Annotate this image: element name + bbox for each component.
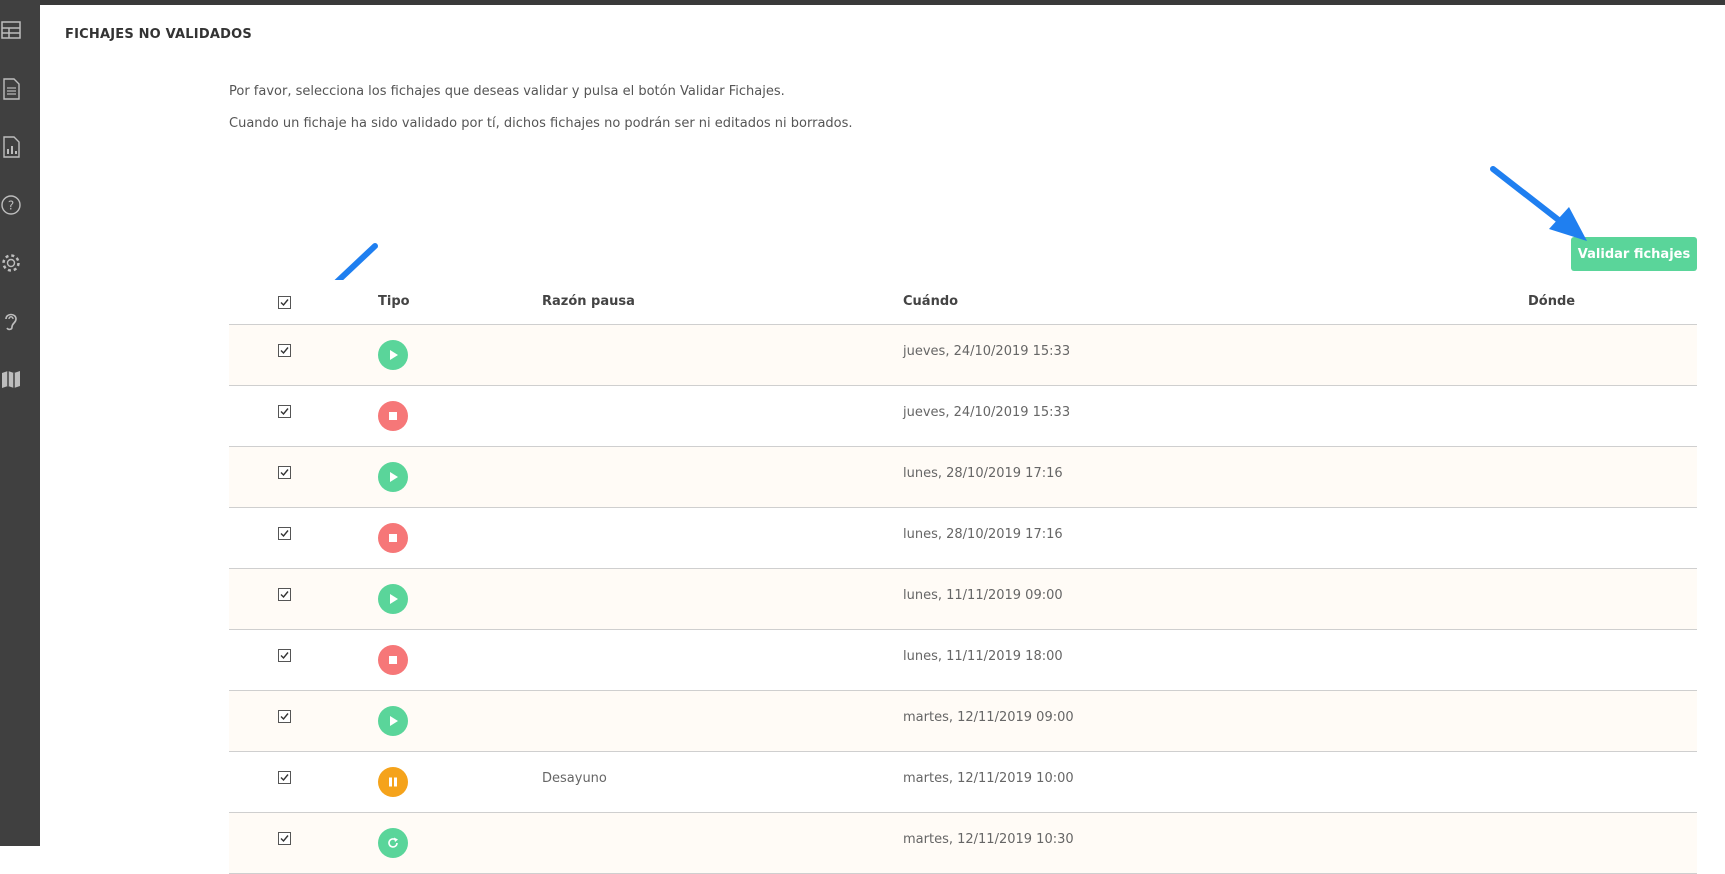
table-body: jueves, 24/10/2019 15:33 jueves, 24/10/20… — [229, 325, 1697, 874]
intro-text-2: Cuando un fichaje ha sido validado por t… — [229, 116, 853, 131]
table-header: Tipo Razón pausa Cuándo Dónde — [229, 280, 1697, 325]
play-icon — [378, 462, 408, 492]
cell-cuando: lunes, 28/10/2019 17:16 — [903, 466, 1063, 481]
gear-icon[interactable] — [0, 251, 24, 275]
play-icon — [378, 340, 408, 370]
cell-cuando: lunes, 28/10/2019 17:16 — [903, 527, 1063, 542]
cell-cuando: lunes, 11/11/2019 09:00 — [903, 588, 1063, 603]
row-checkbox[interactable] — [278, 527, 291, 540]
table-row[interactable]: lunes, 28/10/2019 17:16 — [229, 508, 1697, 569]
cell-cuando: martes, 12/11/2019 10:00 — [903, 771, 1074, 786]
cell-cuando: martes, 12/11/2019 09:00 — [903, 710, 1074, 725]
stop-icon — [378, 401, 408, 431]
stop-icon — [378, 645, 408, 675]
header-tipo[interactable]: Tipo — [378, 294, 410, 309]
row-checkbox[interactable] — [278, 710, 291, 723]
cell-cuando: jueves, 24/10/2019 15:33 — [903, 344, 1070, 359]
row-checkbox[interactable] — [278, 344, 291, 357]
report-icon[interactable] — [0, 135, 24, 159]
intro-text-1: Por favor, selecciona los fichajes que d… — [229, 84, 785, 99]
hearing-icon[interactable] — [0, 309, 24, 333]
select-all-checkbox[interactable] — [278, 296, 291, 309]
row-checkbox[interactable] — [278, 588, 291, 601]
row-checkbox[interactable] — [278, 649, 291, 662]
row-checkbox[interactable] — [278, 771, 291, 784]
dashboard-icon[interactable] — [0, 19, 24, 43]
arrow-to-validate-icon — [1487, 165, 1597, 245]
table-row[interactable]: lunes, 28/10/2019 17:16 — [229, 447, 1697, 508]
page-title: FICHAJES NO VALIDADOS — [65, 27, 252, 42]
pause-icon — [378, 767, 408, 797]
table-row[interactable]: jueves, 24/10/2019 15:33 — [229, 325, 1697, 386]
refresh-icon — [378, 828, 408, 858]
play-icon — [378, 706, 408, 736]
main-content: FICHAJES NO VALIDADOS Por favor, selecci… — [40, 5, 1725, 846]
svg-text:?: ? — [8, 199, 14, 213]
records-table: Tipo Razón pausa Cuándo Dónde jueves, 24… — [229, 280, 1697, 874]
stop-icon — [378, 523, 408, 553]
validate-button[interactable]: Validar fichajes — [1571, 237, 1697, 271]
cell-cuando: lunes, 11/11/2019 18:00 — [903, 649, 1063, 664]
table-row[interactable]: lunes, 11/11/2019 18:00 — [229, 630, 1697, 691]
header-donde[interactable]: Dónde — [1528, 294, 1575, 309]
sidebar: ? — [0, 0, 40, 846]
row-checkbox[interactable] — [278, 405, 291, 418]
table-row[interactable]: martes, 12/11/2019 10:30 — [229, 813, 1697, 874]
table-row[interactable]: martes, 12/11/2019 09:00 — [229, 691, 1697, 752]
cell-cuando: jueves, 24/10/2019 15:33 — [903, 405, 1070, 420]
cell-razon: Desayuno — [542, 771, 607, 786]
table-row[interactable]: jueves, 24/10/2019 15:33 — [229, 386, 1697, 447]
map-icon[interactable] — [0, 367, 24, 391]
table-row[interactable]: lunes, 11/11/2019 09:00 — [229, 569, 1697, 630]
row-checkbox[interactable] — [278, 466, 291, 479]
row-checkbox[interactable] — [278, 832, 291, 845]
header-cuando[interactable]: Cuándo — [903, 294, 958, 309]
play-icon — [378, 584, 408, 614]
document-icon[interactable] — [0, 77, 24, 101]
cell-cuando: martes, 12/11/2019 10:30 — [903, 832, 1074, 847]
table-row[interactable]: Desayuno martes, 12/11/2019 10:00 — [229, 752, 1697, 813]
header-razon[interactable]: Razón pausa — [542, 294, 635, 309]
help-icon[interactable]: ? — [0, 193, 24, 217]
